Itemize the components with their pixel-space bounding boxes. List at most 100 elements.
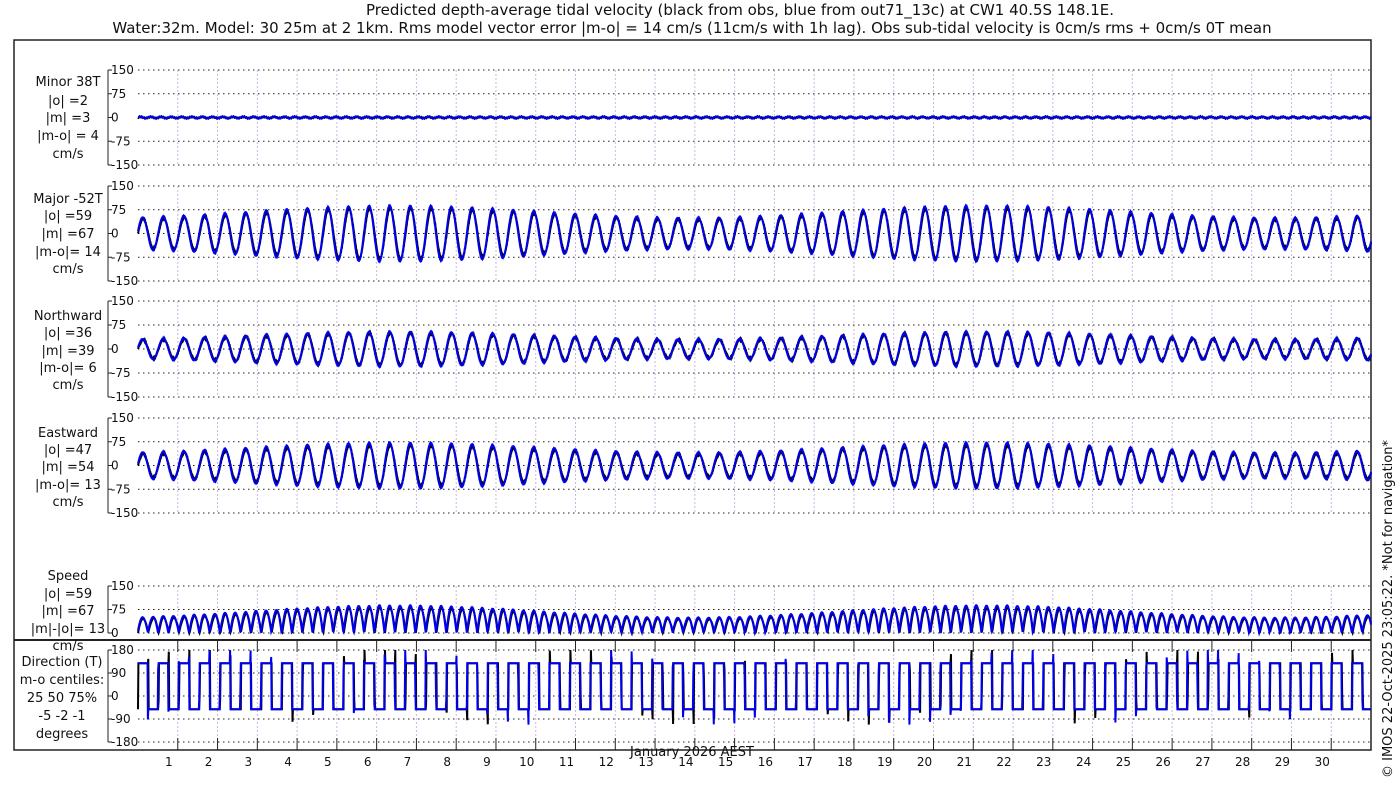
northward-y-tick-label: 0 — [111, 342, 119, 356]
minor-model-series — [137, 114, 1372, 121]
minor-y-tick-label: -75 — [111, 134, 131, 148]
x-tick-label: 18 — [837, 755, 852, 769]
chart-title: Predicted depth-average tidal velocity (… — [366, 1, 1114, 20]
northward-model-series — [137, 329, 1372, 369]
major-model-series — [137, 203, 1372, 264]
panel-eastward: Eastward |o| =47 |m| =54 |m-o|= 13 cm/s 150 75… — [35, 411, 1372, 520]
major-y-tick-label: 0 — [111, 227, 119, 241]
x-tick-label: 4 — [284, 755, 292, 769]
minor-y-tick-label: 150 — [111, 63, 134, 77]
major-label-3: |m-o|= 14 — [35, 245, 101, 260]
panel-direction: Direction (T) m-o centiles: 25 50 75% -5 -2… — [20, 643, 1371, 749]
speed-label-4: cm/s — [53, 639, 84, 654]
copyright-footer: © IMOS 22-Oct-2025 23:05:22. *Not for na… — [1381, 440, 1396, 778]
speed-model-series — [137, 604, 1372, 637]
major-label-0: Major -52T — [33, 192, 102, 207]
northward-label-4: cm/s — [53, 378, 84, 393]
major-y-tick-label: -75 — [111, 250, 131, 264]
direction-label-2: 25 50 75% — [27, 691, 97, 706]
x-tick-label: 12 — [599, 755, 614, 769]
northward-y-tick-label: 75 — [111, 318, 126, 332]
minor-label-0: Minor 38T — [36, 75, 101, 90]
speed-y-tick-label: 75 — [111, 603, 126, 617]
eastward-y-tick-label: 75 — [111, 435, 126, 449]
eastward-label-1: |o| =47 — [44, 443, 92, 458]
x-tick-label: 24 — [1076, 755, 1091, 769]
x-tick-label: 16 — [758, 755, 773, 769]
minor-label-4: cm/s — [53, 147, 84, 162]
x-tick-label: 22 — [996, 755, 1011, 769]
northward-y-tick-label: 150 — [111, 294, 134, 308]
direction-label-4: degrees — [36, 727, 89, 742]
minor-y-tick-label: 75 — [111, 87, 126, 101]
tidal-velocity-chart: Predicted depth-average tidal velocity (… — [13, 1, 1396, 778]
northward-y-tick-label: -75 — [111, 366, 131, 380]
major-label-2: |m| =67 — [42, 227, 95, 242]
direction-y-tick-label: 90 — [111, 666, 126, 680]
x-tick-label: 5 — [324, 755, 332, 769]
x-tick-label: 8 — [443, 755, 451, 769]
x-tick-label: 9 — [483, 755, 491, 769]
northward-label-2: |m| =39 — [42, 344, 95, 359]
x-tick-label: 10 — [519, 755, 534, 769]
x-tick-label: 1 — [165, 755, 173, 769]
panel-minor: Minor 38T |o| =2 |m| =3 |m-o| = 4 cm/s 150 75 0… — [36, 63, 1372, 172]
speed-label-2: |m| =67 — [42, 604, 95, 619]
x-tick-label: 26 — [1155, 755, 1170, 769]
x-tick-label: 3 — [245, 755, 253, 769]
x-axis-label: January 2026 AEST — [629, 745, 754, 760]
northward-label-3: |m-o|= 6 — [39, 361, 97, 376]
x-tick-label: 25 — [1116, 755, 1131, 769]
major-y-tick-label: 150 — [111, 179, 134, 193]
panel-speed: Speed |o| =59 |m| =67 |m|-|o|= 13 cm/s 150 75 0 — [31, 569, 1372, 654]
major-y-tick-label: 75 — [111, 203, 126, 217]
major-label-4: cm/s — [53, 262, 84, 277]
eastward-model-series — [137, 440, 1372, 491]
x-tick-label: 29 — [1275, 755, 1290, 769]
x-tick-label: 23 — [1036, 755, 1051, 769]
minor-label-1: |o| =2 — [48, 94, 88, 109]
direction-y-tick-label: -180 — [111, 735, 138, 749]
northward-y-tick-label: -150 — [111, 390, 138, 404]
speed-y-tick-label: 150 — [111, 579, 134, 593]
x-tick-label: 30 — [1315, 755, 1330, 769]
x-tick-label: 21 — [957, 755, 972, 769]
speed-label-1: |o| =59 — [44, 587, 92, 602]
x-tick-label: 20 — [917, 755, 932, 769]
direction-y-tick-label: 0 — [111, 689, 119, 703]
panel-major: Major -52T |o| =59 |m| =67 |m-o|= 14 cm/s 150… — [33, 179, 1372, 288]
speed-label-0: Speed — [48, 569, 89, 584]
northward-label-0: Northward — [34, 309, 102, 324]
x-tick-label: 17 — [798, 755, 813, 769]
direction-model-series — [138, 649, 1371, 725]
northward-label-1: |o| =36 — [44, 326, 92, 341]
eastward-label-0: Eastward — [38, 426, 98, 441]
minor-y-tick-label: 0 — [111, 111, 119, 125]
x-tick-label: 11 — [559, 755, 574, 769]
eastward-label-2: |m| =54 — [42, 460, 95, 475]
x-tick-label: 6 — [364, 755, 372, 769]
speed-label-3: |m|-|o|= 13 — [31, 622, 105, 637]
x-tick-label: 27 — [1195, 755, 1210, 769]
direction-label-0: Direction (T) — [22, 655, 103, 670]
eastward-label-4: cm/s — [53, 495, 84, 510]
speed-y-tick-label: 0 — [111, 626, 119, 640]
direction-y-tick-label: -90 — [111, 712, 131, 726]
chart-subtitle: Water:32m. Model: 30 25m at 2 1km. Rms m… — [112, 19, 1271, 37]
direction-y-tick-label: 180 — [111, 643, 134, 657]
major-label-1: |o| =59 — [44, 209, 92, 224]
x-tick-label: 19 — [877, 755, 892, 769]
x-tick-label: 28 — [1235, 755, 1250, 769]
x-tick-label: 7 — [404, 755, 412, 769]
minor-y-tick-label: -150 — [111, 158, 138, 172]
direction-label-1: m-o centiles: — [20, 673, 105, 688]
direction-label-3: -5 -2 -1 — [38, 709, 85, 724]
minor-label-2: |m| =3 — [46, 111, 91, 126]
panel-northward: Northward |o| =36 |m| =39 |m-o|= 6 cm/s 150 75… — [34, 294, 1372, 404]
major-y-tick-label: -150 — [111, 274, 138, 288]
x-tick-label: 2 — [205, 755, 213, 769]
eastward-y-tick-label: -75 — [111, 482, 131, 496]
eastward-label-3: |m-o|= 13 — [35, 478, 101, 493]
eastward-y-tick-label: -150 — [111, 506, 138, 520]
eastward-y-tick-label: 0 — [111, 459, 119, 473]
